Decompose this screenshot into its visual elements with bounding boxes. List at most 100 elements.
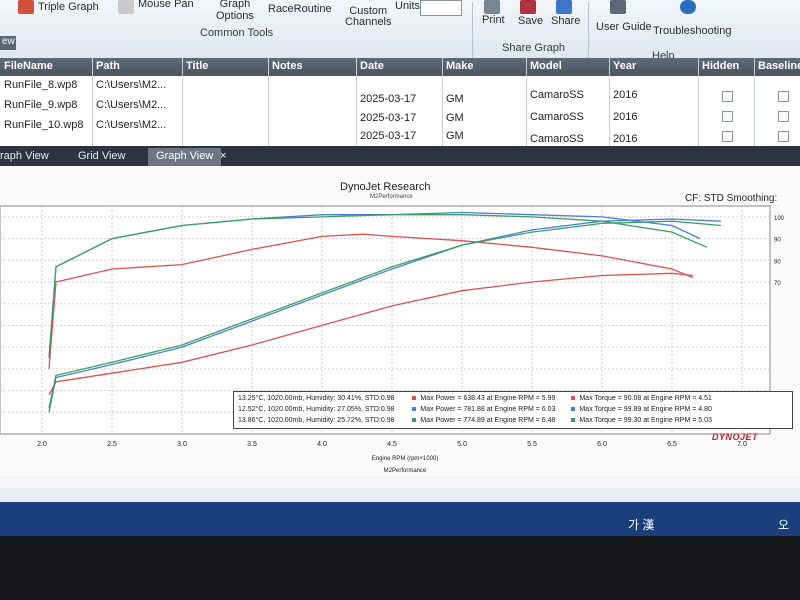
legend-torque: Max Torque = 99.30 at Engine RPM = 5.03 xyxy=(579,417,712,424)
y-tick-label: 90 xyxy=(774,238,781,244)
dyno-chart: 2.0 2.5 3.0 3.5 4.0 4.5 5.0 5.5 6.0 6.5 7.0 100 90 80… xyxy=(0,205,785,474)
x-tick-label: 6.0 xyxy=(597,441,607,448)
x-tick-label: 2.0 xyxy=(37,441,47,448)
app-window: Triple Graph Mouse Pan Graph Options Rac… xyxy=(0,0,800,520)
x-tick-label: 4.0 xyxy=(317,441,327,448)
cell-date: 2025-03-17 xyxy=(360,130,417,142)
legend-swatch xyxy=(571,396,576,401)
x-tick-label: 7.0 xyxy=(737,441,747,448)
status-strip xyxy=(0,488,800,502)
x-tick-label: 5.5 xyxy=(527,441,537,448)
units-label: Units xyxy=(395,0,421,12)
ribbon-toolbar: Triple Graph Mouse Pan Graph Options Rac… xyxy=(0,0,800,62)
dynojet-logo: DYNOJET xyxy=(712,432,759,442)
legend-swatch xyxy=(412,418,417,423)
x-axis-sublabel: M2Performance xyxy=(384,468,427,474)
share-icon xyxy=(556,0,572,14)
x-tick-label: 6.5 xyxy=(667,441,677,448)
save-button[interactable]: Save xyxy=(518,15,543,27)
x-tick-label: 3.0 xyxy=(177,441,187,448)
mouse-pan-button[interactable]: Mouse Pan xyxy=(138,0,194,10)
tab-graph-view-2[interactable]: Graph View xyxy=(148,148,222,166)
table-row[interactable]: RunFile_9.wp8 C:\Users\M2... 2025-03-17 … xyxy=(0,96,800,124)
x-tick-label: 5.0 xyxy=(457,441,467,448)
legend-conditions: 13.86°C, 1020.00mb, Humidity: 25.72%, ST… xyxy=(238,417,395,424)
baseline-checkbox[interactable] xyxy=(778,131,789,142)
legend-power: Max Power = 774.89 at Engine RPM = 6.48 xyxy=(420,417,556,424)
legend-conditions: 12.52°C, 1020.00mb, Humidity: 27.05%, ST… xyxy=(238,406,395,413)
chart-subtitle: M2Performance xyxy=(370,194,413,200)
legend-row: 13.25°C, 1020.00mb, Humidity: 30.41%, ST… xyxy=(238,395,712,402)
cell-year: 2016 xyxy=(613,133,638,145)
header-notes[interactable]: Notes xyxy=(272,60,303,72)
user-guide-button[interactable]: User Guide xyxy=(596,21,652,33)
cell-path: C:\Users\M2... xyxy=(96,79,167,91)
cell-model: CamaroSS xyxy=(530,133,584,145)
cell-path: C:\Users\M2... xyxy=(96,99,167,111)
cell-filename: RunFile_8.wp8 xyxy=(4,79,78,91)
x-tick-label: 4.5 xyxy=(387,441,397,448)
legend-power: Max Power = 781.88 at Engine RPM = 6.03 xyxy=(420,406,556,413)
windows-taskbar: 가 漢 오후 xyxy=(0,502,800,549)
custom-channels-button[interactable]: Custom Channels xyxy=(345,6,391,28)
x-tick-label: 3.5 xyxy=(247,441,257,448)
ribbon-separator xyxy=(472,2,473,58)
race-routine-button[interactable]: RaceRoutine xyxy=(268,3,332,15)
mouse-pan-icon xyxy=(118,0,134,14)
table-row[interactable]: RunFile_10.wp8 C:\Users\M2... 2025-03-17… xyxy=(0,116,800,145)
y-tick-label: 100 xyxy=(774,216,785,222)
tab-close-icon[interactable]: × xyxy=(212,148,234,166)
header-hidden[interactable]: Hidden xyxy=(702,60,739,72)
header-make[interactable]: Make xyxy=(446,60,474,72)
view-tabs: raph View Grid View Graph View × xyxy=(0,146,800,166)
cell-path: C:\Users\M2... xyxy=(96,119,167,131)
chart-legend: 13.25°C, 1020.00mb, Humidity: 30.41%, ST… xyxy=(233,391,793,429)
share-graph-group-label: Share Graph xyxy=(502,42,565,54)
tab-graph-view-1[interactable]: raph View xyxy=(0,148,57,166)
header-title[interactable]: Title xyxy=(186,60,208,72)
view-panel-label: ew xyxy=(0,36,16,50)
header-year[interactable]: Year xyxy=(613,60,636,72)
triple-graph-icon xyxy=(18,0,34,14)
triple-graph-button[interactable]: Triple Graph xyxy=(38,1,99,13)
legend-torque: Max Torque = 99.89 at Engine RPM = 4.80 xyxy=(579,406,712,413)
ime-indicator[interactable]: 가 漢 xyxy=(628,516,654,533)
user-guide-icon xyxy=(610,0,626,14)
chart-panel: 2.0 2.5 3.0 3.5 4.0 4.5 5.0 5.5 6.0 6.5 7.0 100 90 80… xyxy=(0,166,800,476)
legend-power: Max Power = 638.43 at Engine RPM = 5.99 xyxy=(420,395,556,402)
table-header: FileName Path Title Notes Date Make Mode… xyxy=(0,58,800,76)
table-row[interactable]: RunFile_8.wp8 C:\Users\M2... 2025-03-17 … xyxy=(0,76,800,105)
header-date[interactable]: Date xyxy=(360,60,384,72)
cell-make: GM xyxy=(446,130,464,142)
y-tick-label: 80 xyxy=(774,259,781,265)
cell-filename: RunFile_10.wp8 xyxy=(4,119,84,131)
monitor-bezel xyxy=(0,536,800,600)
cell-filename: RunFile_9.wp8 xyxy=(4,99,78,111)
header-filename[interactable]: FileName xyxy=(4,60,53,72)
common-tools-group-label: Common Tools xyxy=(200,27,274,39)
troubleshooting-button[interactable]: Troubleshooting xyxy=(653,25,731,37)
troubleshooting-icon xyxy=(680,0,696,14)
header-path[interactable]: Path xyxy=(96,60,120,72)
tab-grid-view[interactable]: Grid View xyxy=(70,148,133,166)
graph-options-button[interactable]: Graph Options xyxy=(216,0,254,22)
header-model[interactable]: Model xyxy=(530,60,562,72)
legend-swatch xyxy=(571,418,576,423)
x-tick-label: 2.5 xyxy=(107,441,117,448)
legend-torque: Max Torque = 90.08 at Engine RPM = 4.51 xyxy=(579,395,712,402)
share-button[interactable]: Share xyxy=(551,15,580,27)
units-select[interactable] xyxy=(420,0,462,16)
legend-swatch xyxy=(571,407,576,412)
header-baseline[interactable]: Baseline xyxy=(758,60,800,72)
correction-factor-label: CF: STD Smoothing: xyxy=(685,193,778,204)
y-tick-label: 70 xyxy=(774,281,781,287)
legend-swatch xyxy=(412,407,417,412)
chart-title: DynoJet Research xyxy=(340,181,431,193)
print-icon xyxy=(484,0,500,14)
legend-row: 12.52°C, 1020.00mb, Humidity: 27.05%, ST… xyxy=(238,406,712,413)
print-button[interactable]: Print xyxy=(482,14,505,26)
legend-swatch xyxy=(412,396,417,401)
run-file-table: FileName Path Title Notes Date Make Mode… xyxy=(0,58,800,158)
ribbon-separator xyxy=(588,2,589,58)
hidden-checkbox[interactable] xyxy=(722,131,733,142)
